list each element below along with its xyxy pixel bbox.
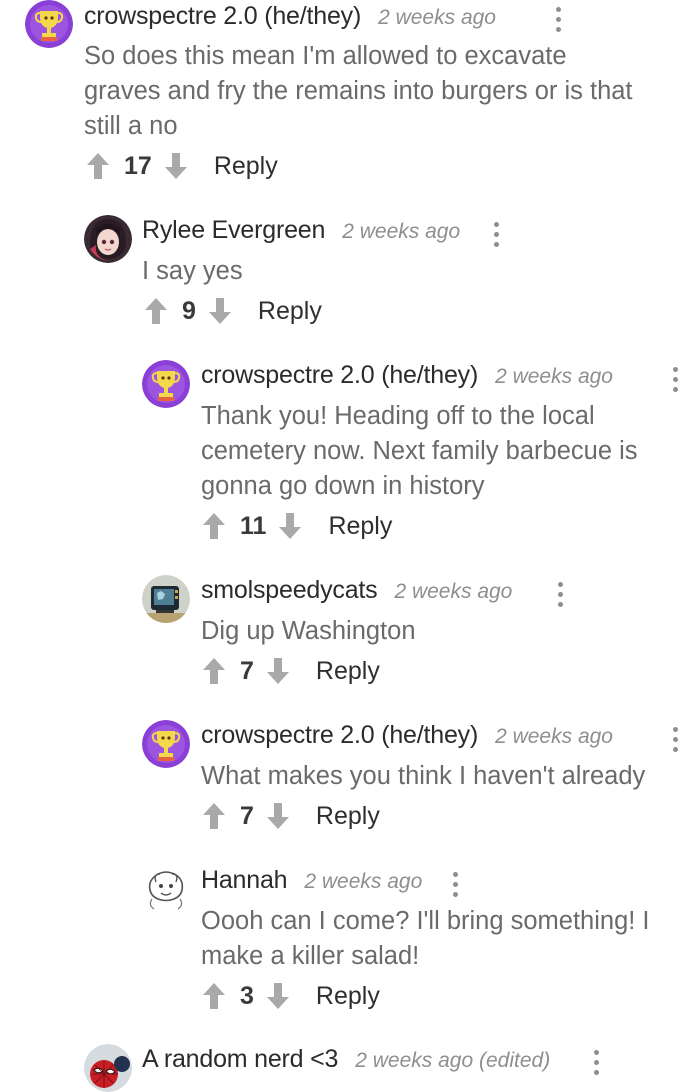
comment-text: What makes you think I haven't already xyxy=(201,762,646,790)
author-name[interactable]: crowspectre 2.0 (he/they) xyxy=(201,361,478,390)
avatar[interactable] xyxy=(142,360,190,408)
comment-header: crowspectre 2.0 (he/they) 2 weeks ago xyxy=(201,361,613,390)
vote-count: 7 xyxy=(240,656,254,685)
more-options-icon[interactable] xyxy=(673,367,679,393)
downvote-icon[interactable] xyxy=(208,297,232,325)
avatar[interactable] xyxy=(25,0,73,48)
more-options-icon[interactable] xyxy=(673,727,679,753)
more-options-icon[interactable] xyxy=(594,1050,600,1076)
avatar[interactable] xyxy=(142,575,190,623)
author-name[interactable]: Rylee Evergreen xyxy=(142,216,325,245)
upvote-icon[interactable] xyxy=(202,802,226,830)
comment-actions: 9 Reply xyxy=(144,295,322,327)
author-name[interactable]: A random nerd <3 xyxy=(142,1045,338,1074)
timestamp: 2 weeks ago xyxy=(342,220,461,243)
vote-count: 11 xyxy=(240,511,267,540)
timestamp: 2 weeks ago xyxy=(495,365,613,388)
comment-actions: 3 Reply xyxy=(202,980,380,1012)
timestamp: 2 weeks ago xyxy=(378,6,496,29)
avatar[interactable] xyxy=(142,865,190,913)
more-options-icon[interactable] xyxy=(556,7,562,33)
trophy-avatar-icon xyxy=(25,0,73,48)
sketch-avatar-icon xyxy=(142,865,190,913)
downvote-icon[interactable] xyxy=(278,512,302,540)
upvote-icon[interactable] xyxy=(144,297,168,325)
author-name[interactable]: Hannah xyxy=(201,866,288,895)
downvote-icon[interactable] xyxy=(266,657,290,685)
comment-text: I say yes xyxy=(142,257,243,285)
timestamp: 2 weeks ago xyxy=(495,725,613,748)
comment-text: Thank you! Heading off to the local ceme… xyxy=(201,402,638,500)
comment-actions: 11 Reply xyxy=(202,510,392,542)
reply-button[interactable]: Reply xyxy=(328,512,392,541)
author-name[interactable]: crowspectre 2.0 (he/they) xyxy=(201,721,478,750)
comment-text: Oooh can I come? I'll bring something! I… xyxy=(201,907,650,970)
more-options-icon[interactable] xyxy=(558,582,564,608)
timestamp: 2 weeks ago xyxy=(394,580,513,603)
spiderman-avatar-icon xyxy=(84,1044,132,1092)
reply-button[interactable]: Reply xyxy=(316,657,380,686)
avatar[interactable] xyxy=(84,215,132,263)
downvote-icon[interactable] xyxy=(164,152,188,180)
upvote-icon[interactable] xyxy=(202,982,226,1010)
comment-text: So does this mean I'm allowed to excavat… xyxy=(84,42,633,140)
more-options-icon[interactable] xyxy=(453,872,459,898)
timestamp: 2 weeks ago (edited) xyxy=(355,1049,551,1072)
comment-actions: 7 Reply xyxy=(202,655,380,687)
trophy-avatar-icon xyxy=(142,720,190,768)
comment-header: Rylee Evergreen 2 weeks ago xyxy=(142,216,460,245)
timestamp: 2 weeks ago xyxy=(304,870,423,893)
comment-header: crowspectre 2.0 (he/they) 2 weeks ago xyxy=(84,2,496,31)
reply-button[interactable]: Reply xyxy=(214,152,278,181)
more-options-icon[interactable] xyxy=(494,222,500,248)
downvote-icon[interactable] xyxy=(266,802,290,830)
vote-count: 7 xyxy=(240,801,254,830)
vote-count: 9 xyxy=(182,296,196,325)
pixel-tv-avatar-icon xyxy=(142,575,190,623)
vote-count: 3 xyxy=(240,981,254,1010)
comment-header: Hannah 2 weeks ago xyxy=(201,866,422,895)
avatar[interactable] xyxy=(84,1044,132,1092)
reply-button[interactable]: Reply xyxy=(316,802,380,831)
anime-girl-avatar-icon xyxy=(84,215,132,263)
downvote-icon[interactable] xyxy=(266,982,290,1010)
upvote-icon[interactable] xyxy=(202,512,226,540)
comment-actions: 7 Reply xyxy=(202,800,380,832)
reply-button[interactable]: Reply xyxy=(316,982,380,1011)
reply-button[interactable]: Reply xyxy=(258,297,322,326)
upvote-icon[interactable] xyxy=(86,152,110,180)
comment-header: crowspectre 2.0 (he/they) 2 weeks ago xyxy=(201,721,613,750)
trophy-avatar-icon xyxy=(142,360,190,408)
author-name[interactable]: smolspeedycats xyxy=(201,576,378,605)
comment-actions: 17 Reply xyxy=(86,150,278,182)
comment-header: smolspeedycats 2 weeks ago xyxy=(201,576,512,605)
avatar[interactable] xyxy=(142,720,190,768)
author-name[interactable]: crowspectre 2.0 (he/they) xyxy=(84,2,361,31)
comment-text: Dig up Washington xyxy=(201,617,416,645)
vote-count: 17 xyxy=(124,151,152,180)
upvote-icon[interactable] xyxy=(202,657,226,685)
comment-header: A random nerd <3 2 weeks ago (edited) xyxy=(142,1045,550,1074)
